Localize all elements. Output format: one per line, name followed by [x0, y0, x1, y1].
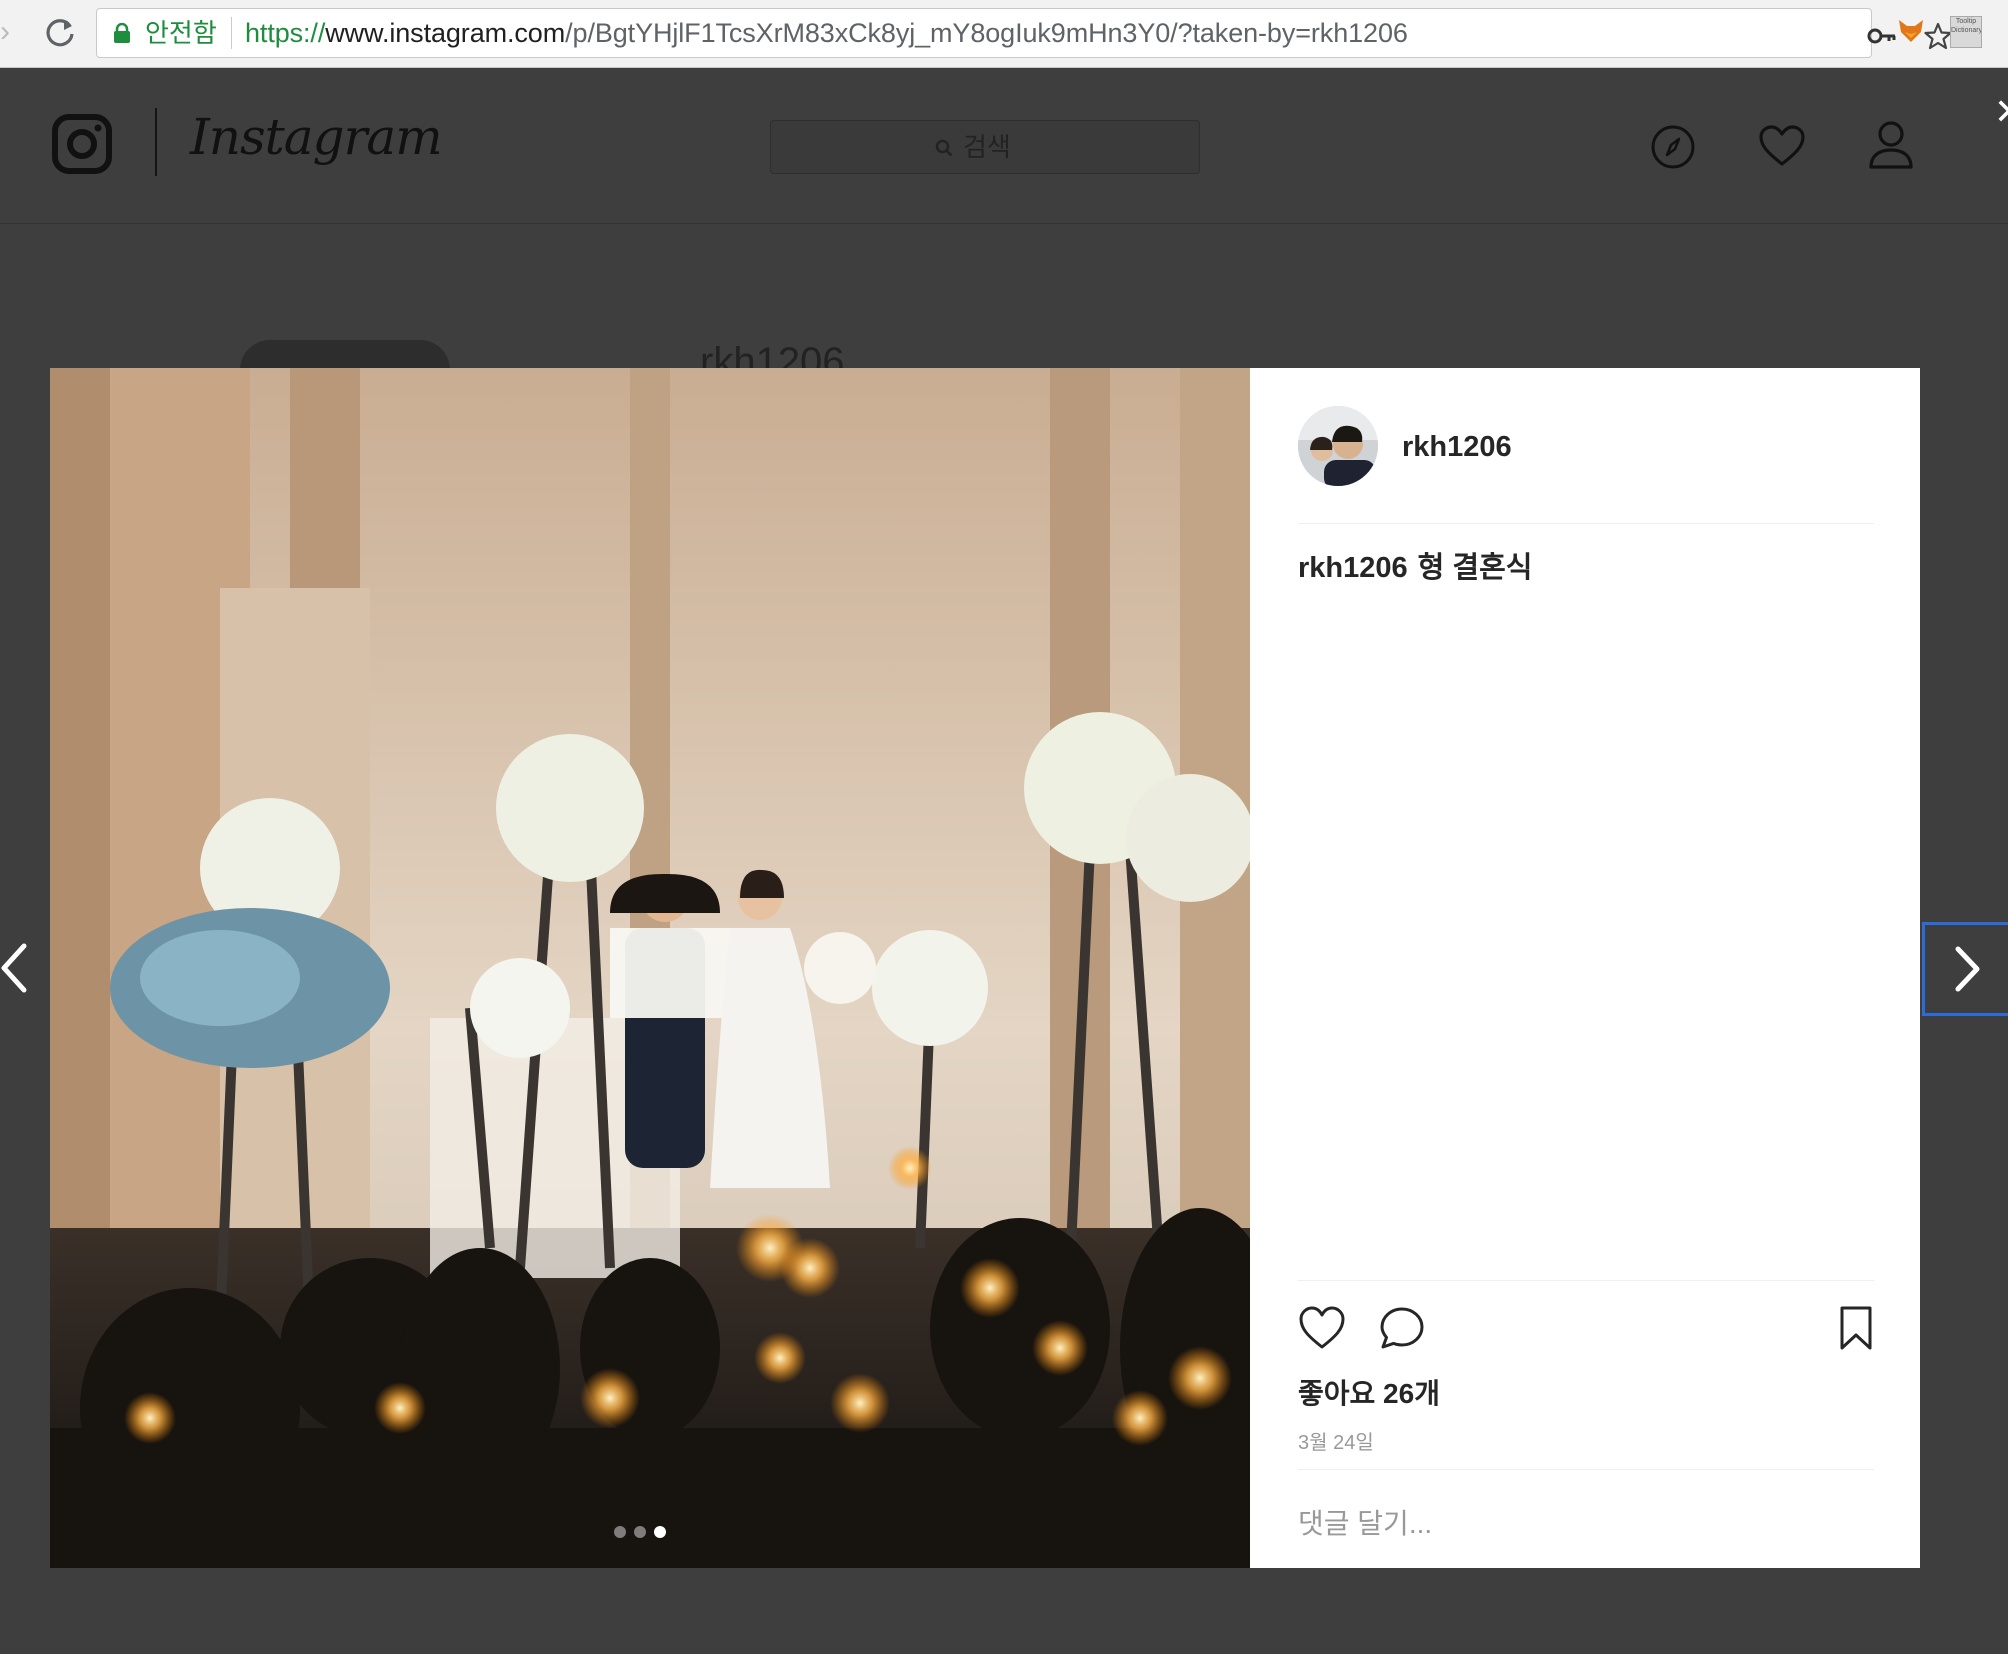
carousel-dot [614, 1526, 626, 1538]
key-icon[interactable] [1867, 25, 1897, 47]
avatar[interactable] [1298, 406, 1378, 486]
carousel-indicator [614, 1526, 686, 1542]
post-username[interactable]: rkh1206 [1402, 430, 1512, 464]
wedding-photo-illustration [50, 368, 1250, 1568]
header-divider [155, 108, 157, 176]
compass-icon[interactable] [1650, 124, 1696, 170]
heart-icon[interactable] [1758, 124, 1806, 168]
url-separator [231, 17, 232, 49]
tooltip-dictionary-extension-icon[interactable]: Tooltip Dictionary [1950, 16, 1982, 48]
lock-icon [114, 23, 130, 43]
star-icon[interactable] [1923, 21, 1953, 51]
avatar-image [1298, 406, 1378, 486]
url-path: /p/BgtYHjlF1TcsXrM83xCk8yj_mY8ogIuk9mHn3… [565, 18, 1408, 48]
address-bar[interactable]: 안전함 https://www.instagram.com/p/BgtYHjlF… [96, 8, 1952, 58]
next-post-button[interactable] [1922, 922, 2008, 1016]
carousel-dot [634, 1526, 646, 1538]
comment-input[interactable] [1298, 1504, 1874, 1544]
caption-text: 형 결혼식 [1417, 552, 1533, 584]
search-placeholder: 검색 [963, 132, 1011, 162]
post-sidebar: rkh1206 rkh1206 형 결혼식 좋아요 26개 3월 24일 [1250, 368, 1920, 1568]
chevron-right-icon [1955, 946, 1980, 992]
background-profile-username: rkh1206 [700, 340, 845, 370]
post-date[interactable]: 3월 24일 [1298, 1431, 1374, 1455]
comment-section [1298, 1469, 1874, 1570]
fox-extension-icon[interactable] [1896, 16, 1926, 46]
post-modal: rkh1206 rkh1206 형 결혼식 좋아요 26개 3월 24일 [50, 368, 1920, 1568]
forward-icon[interactable]: › [0, 14, 14, 50]
secure-label: 안전함 [145, 18, 217, 48]
post-photo[interactable] [50, 368, 1250, 1568]
post-header: rkh1206 [1298, 368, 1874, 524]
profile-icon[interactable] [1868, 120, 1914, 170]
background-profile-avatar [240, 340, 450, 370]
url-protocol: https:// [245, 18, 326, 48]
bookmark-icon[interactable] [1838, 1305, 1874, 1351]
instagram-header: Instagram 검색 [0, 68, 2008, 224]
close-icon[interactable]: ✕ [1994, 92, 2008, 132]
like-count[interactable]: 좋아요 26개 [1298, 1377, 1440, 1411]
instagram-camera-icon[interactable] [52, 114, 112, 174]
caption-username[interactable]: rkh1206 [1298, 552, 1408, 584]
reload-icon[interactable] [40, 12, 80, 52]
post-caption: rkh1206 형 결혼식 [1298, 550, 1532, 586]
search-icon [935, 139, 953, 157]
instagram-wordmark[interactable]: Instagram [190, 102, 443, 172]
comment-icon[interactable] [1378, 1305, 1426, 1351]
carousel-dot-active [654, 1526, 666, 1538]
browser-toolbar: › 안전함 https://www.instagram.com/p/BgtYHj… [0, 0, 2008, 68]
like-icon[interactable] [1298, 1305, 1346, 1351]
url-text[interactable]: https://www.instagram.com/p/BgtYHjlF1Tcs… [245, 17, 1408, 49]
post-actions: 좋아요 26개 3월 24일 [1298, 1280, 1874, 1569]
chevron-left-icon[interactable] [0, 940, 30, 996]
url-host: www.instagram.com [325, 18, 566, 48]
search-box[interactable]: 검색 [770, 120, 1200, 174]
